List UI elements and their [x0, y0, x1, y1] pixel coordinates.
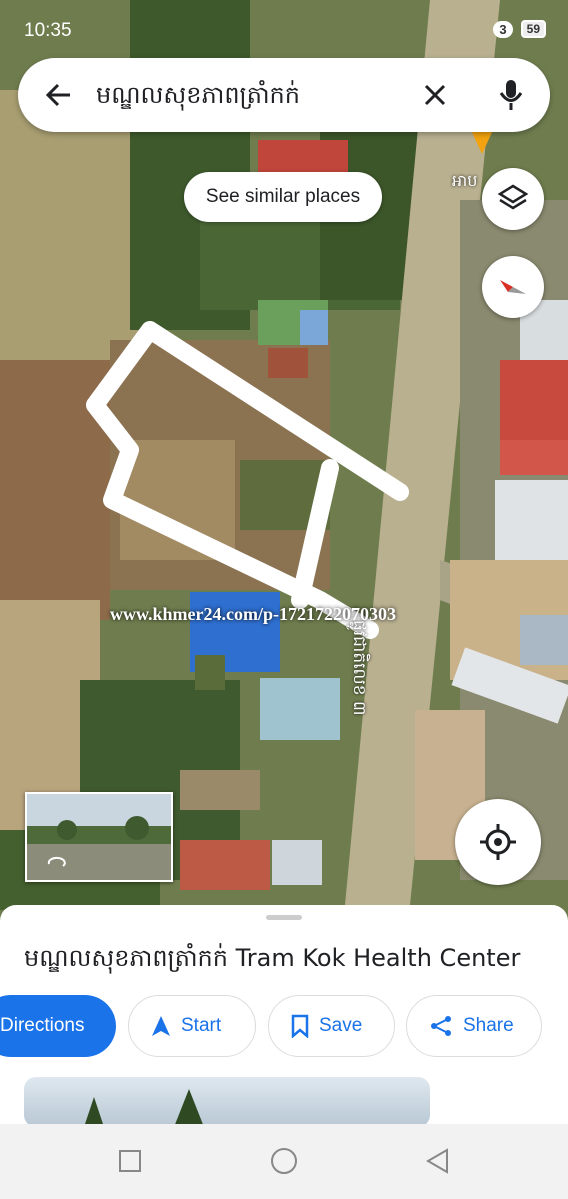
recent-apps-icon[interactable]	[115, 1146, 145, 1176]
close-icon[interactable]	[418, 78, 452, 112]
back-arrow-icon[interactable]	[42, 76, 76, 114]
layers-button[interactable]	[482, 168, 544, 230]
poi-label[interactable]: អាប	[452, 170, 477, 194]
place-title: មណ្ឌលសុខភាពត្រាំកក់ Tram Kok Health Cent…	[24, 944, 521, 972]
search-bar[interactable]: មណ្ឌលសុខភាពត្រាំកក់	[18, 58, 550, 132]
bookmark-icon	[291, 1014, 309, 1038]
directions-button[interactable]: Directions	[0, 995, 116, 1057]
compass-button[interactable]	[482, 256, 544, 318]
search-input[interactable]: មណ្ឌលសុខភាពត្រាំកក់	[96, 80, 300, 115]
mic-icon[interactable]	[496, 76, 526, 114]
status-bar: 10:35 3 59	[0, 0, 568, 56]
start-button[interactable]: Start	[128, 995, 256, 1057]
share-label: Share	[463, 1015, 514, 1036]
home-icon[interactable]	[269, 1146, 299, 1176]
place-photo[interactable]	[24, 1077, 430, 1127]
status-time: 10:35	[24, 20, 72, 41]
layers-icon	[497, 184, 529, 210]
system-navigation-bar	[0, 1124, 568, 1199]
watermark: www.khmer24.com/p-1721722070303	[110, 604, 396, 624]
share-button[interactable]: Share	[406, 995, 542, 1057]
place-photo-image	[84, 1089, 204, 1127]
street-view-thumbnail[interactable]	[25, 792, 173, 882]
start-label: Start	[181, 1015, 222, 1036]
notification-count-badge: 3	[493, 20, 513, 38]
save-button[interactable]: Save	[268, 995, 395, 1057]
save-label: Save	[319, 1015, 363, 1036]
status-icons: 3 59	[493, 20, 546, 38]
my-location-icon	[480, 824, 516, 860]
my-location-button[interactable]	[455, 799, 541, 885]
navigation-arrow-icon	[152, 1016, 170, 1036]
street-view-image	[27, 794, 171, 880]
battery-icon: 59	[520, 20, 546, 38]
compass-icon	[500, 280, 526, 294]
road-label: ផ្លូវជាតិលេខ ៣	[349, 620, 369, 716]
sheet-drag-handle[interactable]	[266, 915, 302, 920]
back-icon[interactable]	[423, 1146, 453, 1176]
directions-label: Directions	[0, 1015, 85, 1036]
see-similar-places-chip[interactable]: See similar places	[184, 172, 382, 222]
share-icon	[431, 1016, 451, 1036]
